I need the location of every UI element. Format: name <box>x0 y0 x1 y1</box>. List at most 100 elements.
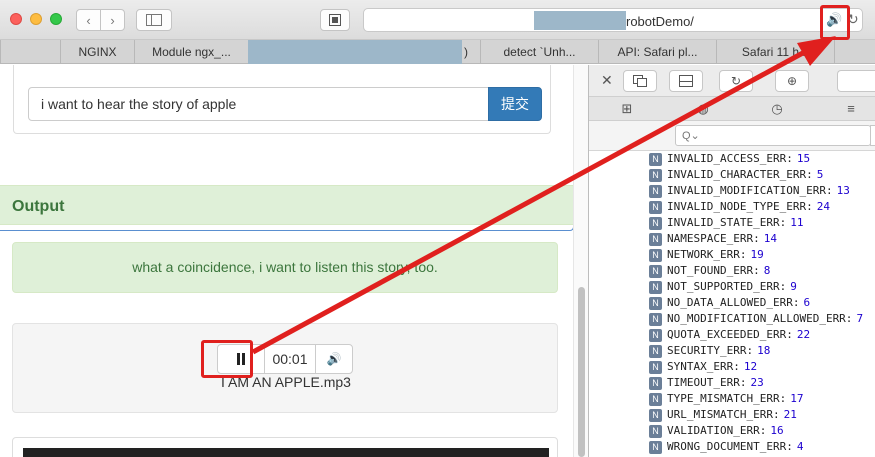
property-row[interactable]: N VALIDATION_ERR: 16 <box>649 423 875 439</box>
tab-nginx[interactable]: NGINX <box>60 40 134 64</box>
property-value: 16 <box>770 424 784 437</box>
tab-last[interactable] <box>834 40 875 64</box>
property-row[interactable]: N NO_MODIFICATION_ALLOWED_ERR: 7 <box>649 311 875 327</box>
property-name: URL_MISMATCH_ERR: <box>667 408 780 421</box>
property-name: SECURITY_ERR: <box>667 344 754 357</box>
property-name: NETWORK_ERR: <box>667 248 747 261</box>
output-heading: Output <box>0 185 573 225</box>
dock-bottom-button[interactable] <box>669 70 703 92</box>
page-scrollbar[interactable] <box>573 65 588 457</box>
number-type-icon: N <box>649 152 662 166</box>
property-value: 19 <box>750 248 764 261</box>
reload-inspector-button[interactable]: ↻ <box>719 70 753 92</box>
web-inspector: ✕ ↻ ⊕ ⊞ ◍ ◷ ≡ Q⌄ N INVALID_ACCESS_ERR: 15 N… <box>588 65 875 457</box>
zoom-window-button[interactable] <box>50 13 62 25</box>
track-name: I AM AN APPLE.mp3 <box>221 374 351 390</box>
number-type-icon: N <box>649 264 662 278</box>
property-row[interactable]: N TYPE_MISMATCH_ERR: 17 <box>649 391 875 407</box>
tab-safari-11[interactable]: Safari 11 h... <box>716 40 834 64</box>
number-type-icon: N <box>649 328 662 342</box>
chevron-left-icon: ‹ <box>86 12 91 28</box>
property-name: QUOTA_EXCEEDED_ERR: <box>667 328 793 341</box>
property-value: 8 <box>763 264 771 277</box>
property-row[interactable]: N INVALID_MODIFICATION_ERR: 13 <box>649 183 875 199</box>
number-type-icon: N <box>649 216 662 230</box>
storage-tab-icon[interactable]: ≡ <box>843 101 859 117</box>
number-type-icon: N <box>649 424 662 438</box>
volume-icon: 🔊 <box>326 352 342 366</box>
volume-button[interactable]: 🔊 <box>315 344 353 374</box>
address-bar[interactable]: robotDemo/ 🔊 ↻ <box>363 8 863 32</box>
toolbar-button[interactable] <box>837 70 875 92</box>
property-name: INVALID_STATE_ERR: <box>667 216 787 229</box>
number-type-icon: N <box>649 440 662 454</box>
property-value: 11 <box>790 216 804 229</box>
elements-tab-icon[interactable]: ⊞ <box>619 101 635 117</box>
tab-0[interactable] <box>0 40 60 64</box>
dock-bottom-icon <box>679 75 693 87</box>
property-list: N INVALID_ACCESS_ERR: 15 N INVALID_CHARACTER… <box>649 151 875 455</box>
property-name: TIMEOUT_ERR: <box>667 376 747 389</box>
property-name: NAMESPACE_ERR: <box>667 232 760 245</box>
number-type-icon: N <box>649 248 662 262</box>
close-icon[interactable]: ✕ <box>601 72 613 89</box>
property-row[interactable]: N NAMESPACE_ERR: 14 <box>649 231 875 247</box>
property-name: SYNTAX_ERR: <box>667 360 740 373</box>
tab-api-safari[interactable]: API: Safari pl... <box>598 40 716 64</box>
property-row[interactable]: N QUOTA_EXCEEDED_ERR: 22 <box>649 327 875 343</box>
pause-highlight-box <box>201 340 253 378</box>
minimize-window-button[interactable] <box>30 13 42 25</box>
property-value: 18 <box>757 344 771 357</box>
tab-detect[interactable]: detect `Unh... <box>480 40 598 64</box>
property-name: VALIDATION_ERR: <box>667 424 767 437</box>
dock-button[interactable] <box>623 70 657 92</box>
timeline-tab-icon[interactable]: ◷ <box>769 101 785 117</box>
property-row[interactable]: N SYNTAX_ERR: 12 <box>649 359 875 375</box>
forward-button[interactable]: › <box>100 9 125 31</box>
number-type-icon: N <box>649 312 662 326</box>
property-row[interactable]: N URL_MISMATCH_ERR: 21 <box>649 407 875 423</box>
property-value: 23 <box>750 376 764 389</box>
property-row[interactable]: N INVALID_NODE_TYPE_ERR: 24 <box>649 199 875 215</box>
property-row[interactable]: N TIMEOUT_ERR: 23 <box>649 375 875 391</box>
number-type-icon: N <box>649 184 662 198</box>
browser-toolbar: ‹ › robotDemo/ 🔊 ↻ <box>0 0 875 40</box>
property-name: TYPE_MISMATCH_ERR: <box>667 392 787 405</box>
property-row[interactable]: N WRONG_DOCUMENT_ERR: 4 <box>649 439 875 455</box>
property-row[interactable]: N INVALID_CHARACTER_ERR: 5 <box>649 167 875 183</box>
property-name: NO_DATA_ALLOWED_ERR: <box>667 296 800 309</box>
inspector-tabs: ⊞ ◍ ◷ ≡ <box>589 97 875 121</box>
property-value: 12 <box>743 360 758 373</box>
property-row[interactable]: N NOT_FOUND_ERR: 8 <box>649 263 875 279</box>
filter-input[interactable]: Q⌄ <box>675 125 871 146</box>
number-type-icon: N <box>649 376 662 390</box>
scrollbar-thumb[interactable] <box>578 287 585 457</box>
property-row[interactable]: N SECURITY_ERR: 18 <box>649 343 875 359</box>
property-row[interactable]: N NETWORK_ERR: 19 <box>649 247 875 263</box>
network-tab-icon[interactable]: ◍ <box>695 101 711 117</box>
number-type-icon: N <box>649 344 662 358</box>
number-type-icon: N <box>649 200 662 214</box>
sidebar-icon <box>146 14 162 26</box>
chevron-right-icon: › <box>110 12 115 28</box>
bottom-panel <box>12 437 558 457</box>
back-button[interactable]: ‹ <box>76 9 101 31</box>
property-row[interactable]: N NOT_SUPPORTED_ERR: 9 <box>649 279 875 295</box>
download-button[interactable]: ⊕ <box>775 70 809 92</box>
property-row[interactable]: N INVALID_ACCESS_ERR: 15 <box>649 151 875 167</box>
page-content: i want to hear the story of apple 提交 Out… <box>0 65 588 457</box>
close-window-button[interactable] <box>10 13 22 25</box>
number-type-icon: N <box>649 296 662 310</box>
reload-icon: ↻ <box>730 74 742 88</box>
question-input[interactable]: i want to hear the story of apple <box>28 87 489 121</box>
property-row[interactable]: N NO_DATA_ALLOWED_ERR: 6 <box>649 295 875 311</box>
property-value: 5 <box>816 168 824 181</box>
property-name: INVALID_NODE_TYPE_ERR: <box>667 200 813 213</box>
tab-module[interactable]: Module ngx_... <box>134 40 248 64</box>
property-value: 22 <box>796 328 811 341</box>
sidebar-toggle-button[interactable] <box>136 9 172 31</box>
reader-button[interactable] <box>320 9 350 31</box>
submit-button[interactable]: 提交 <box>488 87 542 121</box>
property-row[interactable]: N INVALID_STATE_ERR: 11 <box>649 215 875 231</box>
time-display: 00:01 <box>264 344 316 374</box>
